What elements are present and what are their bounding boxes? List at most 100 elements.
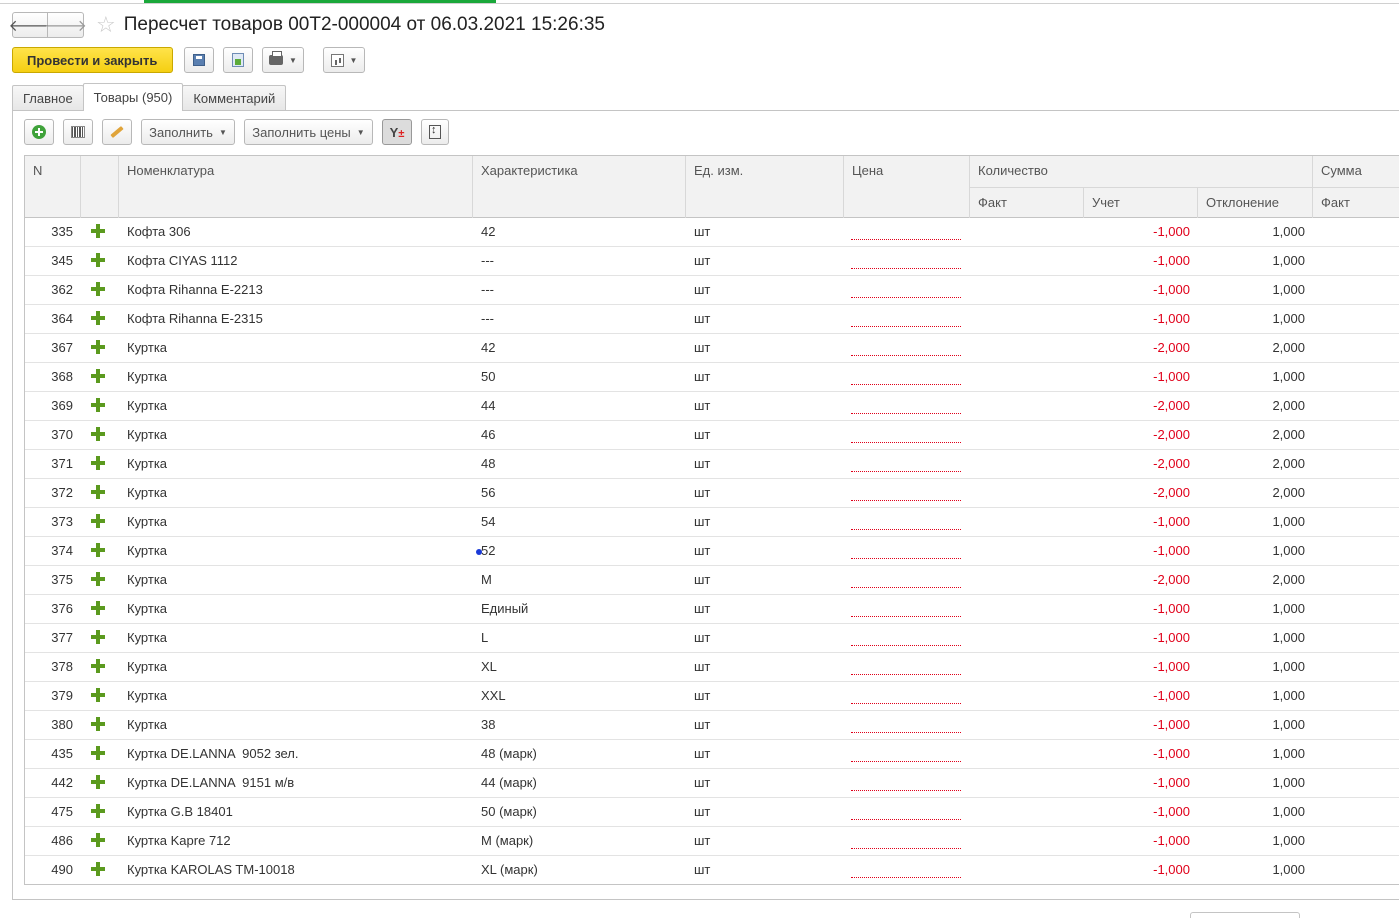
cell-characteristic[interactable]: XL (марк) <box>481 856 681 884</box>
cell-characteristic[interactable]: 50 (марк) <box>481 798 681 826</box>
col-quantity-account[interactable]: Учет <box>1084 187 1198 218</box>
cell-n[interactable]: 378 <box>25 653 73 681</box>
cell-n[interactable]: 345 <box>25 247 73 275</box>
tab-goods[interactable]: Товары (950) <box>82 83 184 111</box>
table-row[interactable]: 475 Куртка G.B 18401 50 (марк) шт -1,000 1,00… <box>25 798 1399 827</box>
cell-characteristic[interactable]: 44 (марк) <box>481 769 681 797</box>
cell-characteristic[interactable]: --- <box>481 276 681 304</box>
cell-n[interactable]: 375 <box>25 566 73 594</box>
cell-nomenclature[interactable]: Куртка <box>127 479 467 507</box>
cell-deviation[interactable]: 2,000 <box>1198 392 1305 420</box>
cell-n[interactable]: 370 <box>25 421 73 449</box>
table-row[interactable]: 379 Куртка XXL шт -1,000 1,000 <box>25 682 1399 711</box>
cell-deviation-account[interactable]: -2,000 <box>1084 334 1190 362</box>
col-n[interactable]: N <box>25 156 81 218</box>
col-characteristic[interactable]: Характеристика <box>473 156 686 218</box>
cell-deviation-account[interactable]: -2,000 <box>1084 479 1190 507</box>
cell-n[interactable]: 367 <box>25 334 73 362</box>
cell-deviation[interactable]: 1,000 <box>1198 276 1305 304</box>
cell-deviation[interactable]: 2,000 <box>1198 334 1305 362</box>
cell-deviation[interactable]: 1,000 <box>1198 740 1305 768</box>
cell-unit[interactable]: шт <box>694 856 834 884</box>
cell-deviation[interactable]: 1,000 <box>1198 798 1305 826</box>
col-sum-fact[interactable]: Факт <box>1313 187 1399 218</box>
price-required-underline[interactable] <box>851 442 961 443</box>
cell-deviation[interactable]: 1,000 <box>1198 218 1305 246</box>
price-required-underline[interactable] <box>851 500 961 501</box>
price-required-underline[interactable] <box>851 413 961 414</box>
cell-unit[interactable]: шт <box>694 479 834 507</box>
cell-n[interactable]: 335 <box>25 218 73 246</box>
price-required-underline[interactable] <box>851 326 961 327</box>
cell-deviation[interactable]: 2,000 <box>1198 566 1305 594</box>
cell-deviation-account[interactable]: -1,000 <box>1084 798 1190 826</box>
cell-unit[interactable]: шт <box>694 769 834 797</box>
cell-unit[interactable]: шт <box>694 334 834 362</box>
fill-button[interactable]: Заполнить ▼ <box>141 119 235 145</box>
cell-deviation-account[interactable]: -1,000 <box>1084 363 1190 391</box>
favorite-star-icon[interactable]: ☆ <box>96 14 116 36</box>
cell-deviation[interactable]: 1,000 <box>1198 363 1305 391</box>
price-required-underline[interactable] <box>851 790 961 791</box>
table-row[interactable]: 377 Куртка Lшт -1,000 1,000 <box>25 624 1399 653</box>
print-button[interactable]: ▼ <box>262 47 304 73</box>
cell-nomenclature[interactable]: Куртка DE.LANNA 9052 зел. <box>127 740 467 768</box>
table-row[interactable]: 375 Куртка Mшт -2,000 2,000 <box>25 566 1399 595</box>
table-row[interactable]: 362 Кофта Rihanna E-2213 --- шт -1,000 1,000 <box>25 276 1399 305</box>
cell-characteristic[interactable]: 52 <box>481 537 681 565</box>
col-quantity[interactable]: Количество <box>970 156 1313 187</box>
cell-deviation[interactable]: 1,000 <box>1198 247 1305 275</box>
cell-n[interactable]: 373 <box>25 508 73 536</box>
table-row[interactable]: 364 Кофта Rihanna E-2315 --- шт -1,000 1,000 <box>25 305 1399 334</box>
price-required-underline[interactable] <box>851 616 961 617</box>
cell-characteristic[interactable]: XXL <box>481 682 681 710</box>
cell-n[interactable]: 380 <box>25 711 73 739</box>
cell-n[interactable]: 364 <box>25 305 73 333</box>
cell-deviation-account[interactable]: -1,000 <box>1084 856 1190 884</box>
cell-deviation[interactable]: 1,000 <box>1198 595 1305 623</box>
cell-nomenclature[interactable]: Куртка <box>127 421 467 449</box>
cell-deviation[interactable]: 1,000 <box>1198 537 1305 565</box>
cell-characteristic[interactable]: 48 <box>481 450 681 478</box>
cell-unit[interactable]: шт <box>694 682 834 710</box>
cell-unit[interactable]: шт <box>694 653 834 681</box>
price-required-underline[interactable] <box>851 761 961 762</box>
cell-n[interactable]: 486 <box>25 827 73 855</box>
cell-unit[interactable]: шт <box>694 566 834 594</box>
cell-characteristic[interactable]: Единый <box>481 595 681 623</box>
fill-prices-button[interactable]: Заполнить цены ▼ <box>244 119 373 145</box>
cell-n[interactable]: 362 <box>25 276 73 304</box>
cell-nomenclature[interactable]: Куртка Kapre 712 <box>127 827 467 855</box>
cell-deviation[interactable]: 2,000 <box>1198 479 1305 507</box>
cell-n[interactable]: 371 <box>25 450 73 478</box>
cell-deviation-account[interactable]: -1,000 <box>1084 508 1190 536</box>
price-required-underline[interactable] <box>851 558 961 559</box>
edit-button[interactable] <box>102 119 132 145</box>
cell-deviation-account[interactable]: -2,000 <box>1084 566 1190 594</box>
cell-characteristic[interactable]: 48 (марк) <box>481 740 681 768</box>
col-nomenclature[interactable]: Номенклатура <box>119 156 473 218</box>
cell-unit[interactable]: шт <box>694 624 834 652</box>
post-button[interactable] <box>223 47 253 73</box>
deviation-filter-button[interactable]: Y± <box>382 119 412 145</box>
cell-deviation-account[interactable]: -1,000 <box>1084 537 1190 565</box>
col-sum[interactable]: Сумма <box>1313 156 1399 187</box>
save-button[interactable] <box>184 47 214 73</box>
cell-characteristic[interactable]: M (марк) <box>481 827 681 855</box>
cell-characteristic[interactable]: XL <box>481 653 681 681</box>
cell-deviation-account[interactable]: -2,000 <box>1084 421 1190 449</box>
cell-nomenclature[interactable]: Куртка <box>127 653 467 681</box>
table-row[interactable]: 378 Куртка XL шт -1,000 1,000 <box>25 653 1399 682</box>
table-row[interactable]: 435 Куртка DE.LANNA 9052 зел. 48 (марк) шт -… <box>25 740 1399 769</box>
cell-characteristic[interactable]: 46 <box>481 421 681 449</box>
price-required-underline[interactable] <box>851 848 961 849</box>
cell-characteristic[interactable]: 54 <box>481 508 681 536</box>
col-quantity-deviation[interactable]: Отклонение <box>1198 187 1313 218</box>
col-price[interactable]: Цена <box>844 156 970 218</box>
cell-deviation[interactable]: 1,000 <box>1198 305 1305 333</box>
cell-deviation-account[interactable]: -1,000 <box>1084 827 1190 855</box>
price-required-underline[interactable] <box>851 268 961 269</box>
cell-nomenclature[interactable]: Куртка <box>127 363 467 391</box>
table-row[interactable]: 376 Куртка Единый шт -1,000 1,000 <box>25 595 1399 624</box>
cell-nomenclature[interactable]: Куртка G.B 18401 <box>127 798 467 826</box>
